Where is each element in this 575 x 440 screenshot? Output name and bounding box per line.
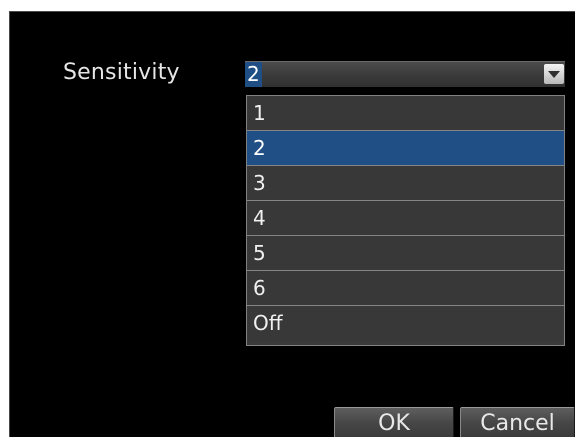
dropdown-option-1[interactable]: 1 — [247, 96, 564, 131]
sensitivity-select[interactable]: 2 — [245, 61, 565, 87]
dropdown-option-6[interactable]: 6 — [247, 271, 564, 306]
dropdown-option-5[interactable]: 5 — [247, 236, 564, 271]
sensitivity-label: Sensitivity — [63, 60, 180, 85]
dropdown-option-3[interactable]: 3 — [247, 166, 564, 201]
chevron-down-icon[interactable] — [544, 64, 564, 84]
dropdown-option-4[interactable]: 4 — [247, 201, 564, 236]
cancel-button[interactable]: Cancel — [460, 407, 575, 437]
sensitivity-select-value: 2 — [245, 62, 262, 87]
dropdown-option-off[interactable]: Off — [247, 306, 564, 341]
dropdown-option-2[interactable]: 2 — [247, 131, 564, 166]
ok-button[interactable]: OK — [334, 407, 454, 437]
sensitivity-dropdown-list: 1 2 3 4 5 6 Off — [246, 95, 565, 346]
